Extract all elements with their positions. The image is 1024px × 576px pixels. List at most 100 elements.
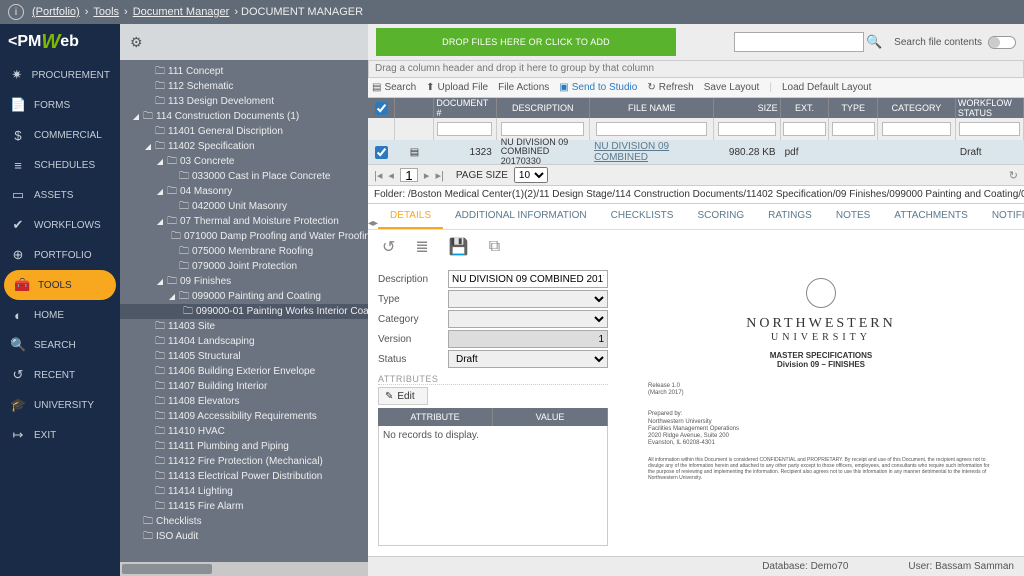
send-to-studio-button[interactable]: ▣ Send to Studio [559, 82, 637, 93]
tree-node[interactable]: ◢🗀11402 Specification [120, 139, 368, 154]
tab-additional-information[interactable]: ADDITIONAL INFORMATION [443, 204, 599, 229]
nav-university[interactable]: 🎓UNIVERSITY [0, 390, 120, 420]
col-workflow-status[interactable]: WORKFLOW STATUS [956, 98, 1024, 118]
tree-node[interactable]: 🗀11414 Lighting [120, 484, 368, 499]
tree-node[interactable]: 🗀075000 Membrane Roofing [120, 244, 368, 259]
col-filename[interactable]: FILE NAME [590, 98, 714, 118]
filter-fn[interactable] [596, 122, 707, 136]
filter-doc[interactable] [437, 122, 492, 136]
filter-desc[interactable] [501, 122, 584, 136]
tree-node[interactable]: 🗀112 Schematic [120, 79, 368, 94]
bc-docmgr[interactable]: Document Manager [133, 6, 230, 18]
col-document[interactable]: DOCUMENT # [434, 98, 496, 118]
nav-forms[interactable]: 📄FORMS [0, 90, 120, 120]
nav-home[interactable]: ◐HOME [0, 300, 120, 330]
tab-checklists[interactable]: CHECKLISTS [599, 204, 686, 229]
history-icon[interactable]: ↺ [382, 237, 395, 257]
tab-ratings[interactable]: RATINGS [756, 204, 824, 229]
tree-node[interactable]: 🗀11412 Fire Protection (Mechanical) [120, 454, 368, 469]
tree-node[interactable]: 🗀111 Concept [120, 64, 368, 79]
cell-filename-link[interactable]: NU DIVISION 09 COMBINED [594, 141, 709, 163]
search-input[interactable] [734, 32, 864, 52]
table-row[interactable]: ▤ 1323 NU DIVISION 09 COMBINED 20170330 … [368, 140, 1024, 164]
pager-prev[interactable]: ◂ [388, 169, 394, 182]
nav-procurement[interactable]: ✷PROCUREMENT [0, 60, 120, 90]
col-size[interactable]: SIZE [714, 98, 780, 118]
tree-node[interactable]: 🗀11413 Electrical Power Distribution [120, 469, 368, 484]
page-size-select[interactable]: 10 [514, 167, 548, 183]
info-icon[interactable]: i [8, 4, 24, 20]
tab-details[interactable]: DETAILS [378, 204, 443, 229]
row-checkbox[interactable] [375, 146, 388, 159]
open-external-icon[interactable]: ⧉ [489, 238, 500, 256]
settings-icon[interactable]: ⚙ [130, 34, 143, 51]
nav-search[interactable]: 🔍SEARCH [0, 330, 120, 360]
tree-node[interactable]: ◢🗀114 Construction Documents (1) [120, 109, 368, 124]
pager-first[interactable]: |◂ [374, 169, 382, 182]
tree-node[interactable]: 🗀11405 Structural [120, 349, 368, 364]
upload-file-button[interactable]: ⬆ Upload File [426, 82, 488, 93]
nav-tools[interactable]: 🧰TOOLS [4, 270, 116, 300]
col-ext[interactable]: EXT. [781, 98, 830, 118]
tree-node[interactable]: 🗀11410 HVAC [120, 424, 368, 439]
dropzone[interactable]: DROP FILES HERE OR CLICK TO ADD [376, 28, 676, 56]
col-type[interactable]: TYPE [829, 98, 878, 118]
filter-type[interactable] [832, 122, 875, 136]
tree-node[interactable]: ◢🗀04 Masonry [120, 184, 368, 199]
pager-last[interactable]: ▸| [435, 169, 443, 182]
tab-notification[interactable]: NOTIFICATION [980, 204, 1024, 229]
nav-workflows[interactable]: ✔WORKFLOWS [0, 210, 120, 240]
search-icon[interactable]: 🔍 [864, 32, 884, 52]
list-icon[interactable]: ≣ [415, 237, 428, 257]
save-layout-button[interactable]: Save Layout [704, 82, 760, 93]
nav-exit[interactable]: ↦EXIT [0, 420, 120, 450]
tree-hscrollbar[interactable] [120, 562, 368, 576]
tree-node[interactable]: 🗀11415 Fire Alarm [120, 499, 368, 514]
tree-node[interactable]: ◢🗀099000 Painting and Coating [120, 289, 368, 304]
refresh-button[interactable]: ↻ Refresh [647, 82, 693, 93]
status-select[interactable]: Draft [448, 350, 608, 368]
filter-cat[interactable] [882, 122, 951, 136]
filter-ws[interactable] [959, 122, 1019, 136]
tree-node[interactable]: 🗀11401 General Discription [120, 124, 368, 139]
search-file-contents-toggle[interactable] [988, 36, 1016, 49]
nav-schedules[interactable]: ≡SCHEDULES [0, 150, 120, 180]
nav-commercial[interactable]: $COMMERCIAL [0, 120, 120, 150]
desc-input[interactable] [448, 270, 608, 288]
tree-node[interactable]: ◢🗀07 Thermal and Moisture Protection [120, 214, 368, 229]
nav-recent[interactable]: ↺RECENT [0, 360, 120, 390]
type-select[interactable] [448, 290, 608, 308]
tree-node[interactable]: 🗀033000 Cast in Place Concrete [120, 169, 368, 184]
tab-notes[interactable]: NOTES [824, 204, 882, 229]
file-actions-button[interactable]: File Actions [498, 82, 549, 93]
category-select[interactable] [448, 310, 608, 328]
pager-refresh[interactable]: ↻ [1009, 169, 1018, 182]
filter-sz[interactable] [718, 122, 777, 136]
tab-scoring[interactable]: SCORING [685, 204, 756, 229]
edit-button[interactable]: ✎ Edit [378, 387, 428, 405]
tree-node[interactable]: 🗀11409 Accessibility Requirements [120, 409, 368, 424]
tree-node[interactable]: 🗀11406 Building Exterior Envelope [120, 364, 368, 379]
bc-portfolio[interactable]: (Portfolio) [32, 6, 80, 18]
pager-next[interactable]: ▸ [424, 169, 430, 182]
tree-node[interactable]: 🗀079000 Joint Protection [120, 259, 368, 274]
tree-node[interactable]: ◢🗀03 Concrete [120, 154, 368, 169]
search-button[interactable]: ▤ Search [372, 82, 416, 93]
bc-tools[interactable]: Tools [93, 6, 119, 18]
tab-attachments[interactable]: ATTACHMENTS [882, 204, 980, 229]
select-all-checkbox[interactable] [375, 102, 388, 115]
tree-node[interactable]: 🗀11408 Elevators [120, 394, 368, 409]
tree-node[interactable]: 🗀11404 Landscaping [120, 334, 368, 349]
filter-ext[interactable] [783, 122, 826, 136]
save-icon[interactable]: 💾 [449, 237, 469, 257]
tree-node[interactable]: 🗀Checklists [120, 514, 368, 529]
tree-node[interactable]: 🗀042000 Unit Masonry [120, 199, 368, 214]
pager-page-input[interactable] [400, 168, 418, 182]
tree-node[interactable]: 🗀11403 Site [120, 319, 368, 334]
tree-node[interactable]: 🗀11407 Building Interior [120, 379, 368, 394]
col-description[interactable]: DESCRIPTION [497, 98, 590, 118]
nav-assets[interactable]: ▭ASSETS [0, 180, 120, 210]
col-category[interactable]: CATEGORY [878, 98, 956, 118]
load-default-layout-button[interactable]: Load Default Layout [782, 82, 872, 93]
group-bar[interactable]: Drag a column header and drop it here to… [368, 60, 1024, 78]
